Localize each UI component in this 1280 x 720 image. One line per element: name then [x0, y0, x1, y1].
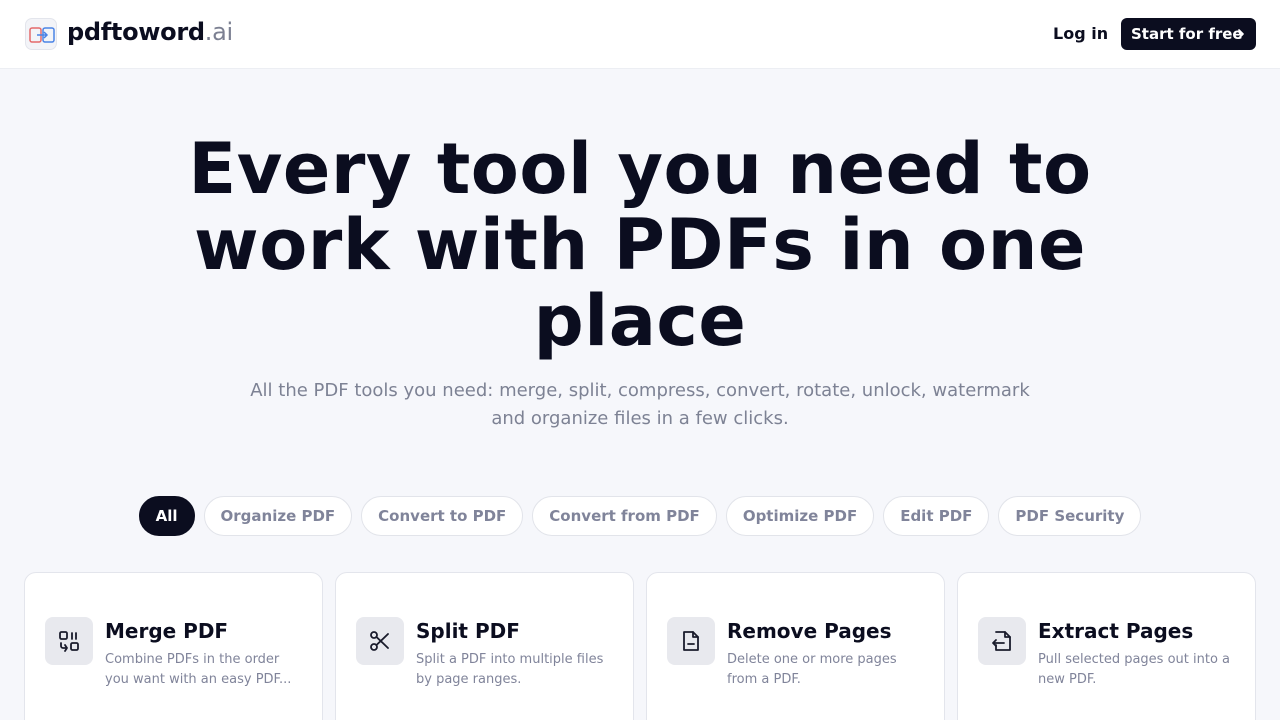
tool-card-extract-pages[interactable]: Extract Pages Pull selected pages out in… [957, 572, 1256, 720]
filter-convert-to-pdf[interactable]: Convert to PDF [361, 496, 524, 536]
tool-title: Merge PDF [105, 619, 229, 643]
tool-card-merge-pdf[interactable]: Merge PDF Combine PDFs in the order you … [24, 572, 323, 720]
filter-convert-from-pdf[interactable]: Convert from PDF [532, 496, 717, 536]
brand-suffix: .ai [204, 18, 233, 46]
brand-name[interactable]: pdftoword.ai [67, 18, 233, 46]
filter-pdf-security[interactable]: PDF Security [998, 496, 1142, 536]
tool-title: Split PDF [416, 619, 520, 643]
extract-page-icon [978, 617, 1026, 665]
tool-description: Delete one or more pages from a PDF. [727, 652, 897, 687]
filter-organize-pdf[interactable]: Organize PDF [203, 496, 353, 536]
filter-all[interactable]: All [138, 496, 195, 536]
filter-edit-pdf[interactable]: Edit PDF [883, 496, 990, 536]
tool-title: Remove Pages [727, 619, 892, 643]
tool-description: Combine PDFs in the order you want with … [105, 652, 292, 687]
tool-description: Split a PDF into multiple files by page … [416, 652, 604, 687]
tool-card-remove-pages[interactable]: Remove Pages Delete one or more pages fr… [646, 572, 945, 720]
hero-subtitle: All the PDF tools you need: merge, split… [250, 380, 1030, 429]
logo-icon[interactable] [25, 18, 57, 50]
tool-description: Pull selected pages out into a new PDF. [1038, 652, 1231, 687]
tool-card-split-pdf[interactable]: Split PDF Split a PDF into multiple file… [335, 572, 634, 720]
start-button-label: Start for free [1131, 25, 1243, 43]
chevron-right-icon [1238, 29, 1244, 39]
top-navbar: pdftoword.ai Log in Start for free [0, 0, 1280, 69]
merge-icon [45, 617, 93, 665]
brand-main: pdftoword [67, 18, 205, 46]
tool-title: Extract Pages [1038, 619, 1194, 643]
filter-optimize-pdf[interactable]: Optimize PDF [725, 496, 875, 536]
remove-page-icon [667, 617, 715, 665]
hero-title: Every tool you need to work with PDFs in… [188, 128, 1092, 362]
login-link[interactable]: Log in [1053, 24, 1108, 43]
scissors-icon [356, 617, 404, 665]
start-for-free-button[interactable]: Start for free [1121, 18, 1256, 50]
category-filters: All Organize PDF Convert to PDF Convert … [0, 496, 1280, 536]
